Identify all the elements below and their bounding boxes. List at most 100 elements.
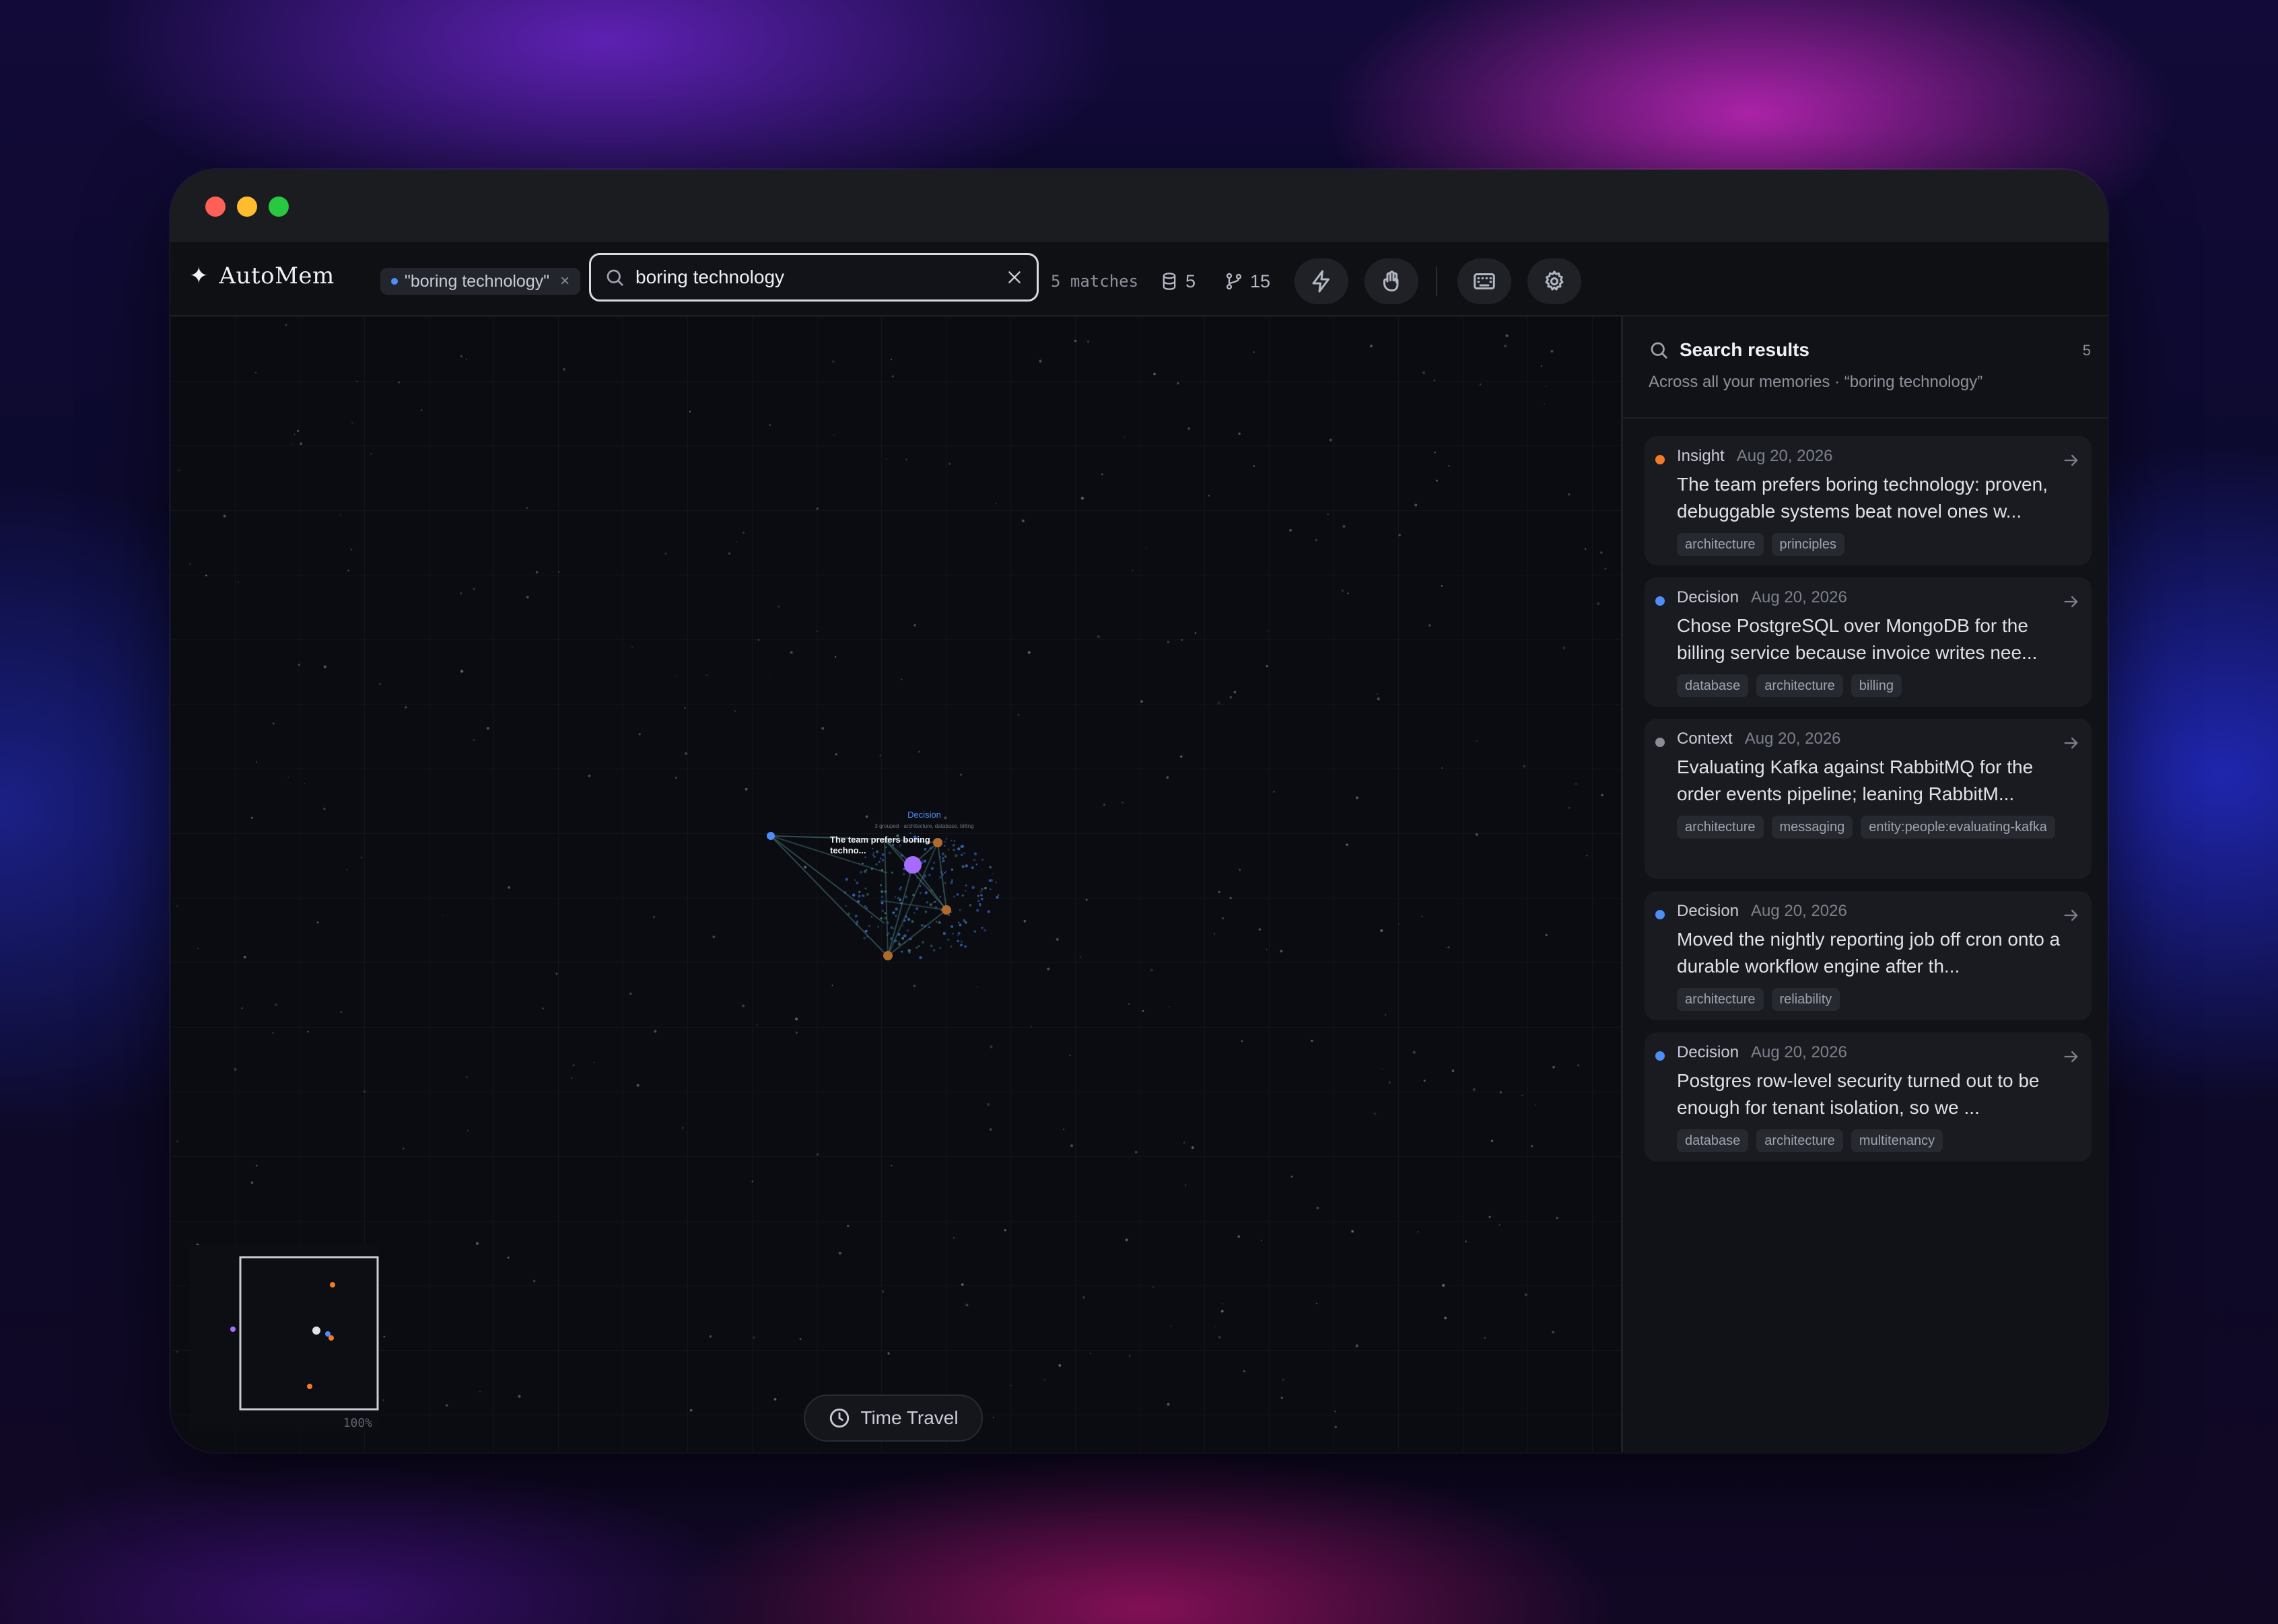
- minimap[interactable]: 100%: [191, 1245, 379, 1431]
- background-dot: [475, 1242, 479, 1245]
- background-dot: [1017, 713, 1020, 716]
- minimize-window-button[interactable]: [237, 197, 257, 217]
- tag[interactable]: architecture: [1756, 674, 1843, 697]
- tag[interactable]: entity:people:evaluating-kafka: [1861, 816, 2055, 839]
- cluster-dot: [977, 899, 980, 903]
- brand[interactable]: ✦ AutoMem: [189, 262, 335, 289]
- background-dot: [176, 1140, 178, 1143]
- tag[interactable]: architecture: [1677, 816, 1764, 839]
- background-dot: [339, 514, 341, 516]
- cluster-dot: [953, 840, 956, 842]
- background-dot: [1552, 1066, 1555, 1069]
- cluster-dot: [881, 859, 885, 861]
- cluster-dot: [956, 893, 959, 896]
- focus-node[interactable]: [904, 856, 922, 874]
- cluster-dot: [961, 853, 963, 856]
- remove-filter-icon[interactable]: ×: [560, 272, 570, 291]
- result-card[interactable]: Decision Aug 20, 2026 Postgres row-level …: [1645, 1032, 2092, 1162]
- lightning-button[interactable]: [1295, 258, 1348, 304]
- background-dot: [833, 434, 835, 435]
- keyboard-shortcuts-button[interactable]: [1457, 258, 1511, 304]
- background-dot: [1504, 345, 1507, 348]
- background-dot: [1544, 403, 1546, 405]
- result-card[interactable]: Insight Aug 20, 2026 The team prefers bor…: [1645, 436, 2092, 565]
- cluster-dot: [981, 898, 983, 901]
- cluster-dot: [922, 941, 924, 944]
- search-box[interactable]: [589, 253, 1039, 302]
- cluster-dot: [854, 915, 858, 918]
- cluster-dot: [845, 905, 848, 907]
- background-dot: [298, 664, 300, 666]
- pan-mode-button[interactable]: [1365, 258, 1418, 304]
- result-card[interactable]: Context Aug 20, 2026 Evaluating Kafka aga…: [1645, 719, 2092, 879]
- cluster-dot: [948, 848, 950, 851]
- tag[interactable]: messaging: [1771, 816, 1853, 839]
- tag[interactable]: architecture: [1756, 1129, 1843, 1152]
- memory-graph-canvas[interactable]: Decision 3 grouped · architecture, datab…: [170, 316, 1621, 1452]
- arrow-right-icon[interactable]: [2062, 451, 2081, 470]
- cluster-dot: [924, 911, 927, 913]
- background-dot: [1085, 898, 1088, 901]
- result-text: The team prefers boring technology: prov…: [1677, 474, 2048, 522]
- result-kind: Decision: [1677, 588, 1739, 606]
- graph-node[interactable]: [883, 951, 893, 960]
- tag[interactable]: architecture: [1677, 533, 1764, 556]
- tag[interactable]: billing: [1851, 674, 1902, 697]
- cluster-dot: [875, 863, 878, 866]
- background-dot: [1545, 385, 1547, 387]
- background-dot: [237, 581, 239, 583]
- background-dot: [1194, 632, 1197, 634]
- active-filter-chip[interactable]: "boring technology" ×: [380, 268, 581, 295]
- cluster-dot: [918, 945, 920, 948]
- tag[interactable]: database: [1677, 1129, 1749, 1152]
- result-card[interactable]: Decision Aug 20, 2026 Moved the nightly r…: [1645, 891, 2092, 1020]
- background-dot: [570, 1077, 573, 1080]
- tag[interactable]: database: [1677, 674, 1749, 697]
- background-dot: [1074, 339, 1077, 343]
- tag[interactable]: multitenancy: [1851, 1129, 1943, 1152]
- memory-graph[interactable]: Decision 3 grouped · architecture, datab…: [170, 316, 1621, 1452]
- background-dot: [275, 1003, 277, 1006]
- result-card[interactable]: Decision Aug 20, 2026 Chose PostgreSQL ov…: [1645, 577, 2092, 707]
- arrow-right-icon[interactable]: [2062, 1047, 2081, 1066]
- background-dot: [304, 783, 306, 784]
- tag[interactable]: principles: [1771, 533, 1844, 556]
- result-kind: Insight: [1677, 447, 1725, 465]
- cluster-dot: [888, 851, 891, 855]
- background-dot: [1534, 1104, 1536, 1106]
- cluster-dot: [961, 845, 963, 847]
- search-input[interactable]: [634, 266, 1006, 289]
- graph-node[interactable]: [767, 832, 775, 840]
- arrow-right-icon[interactable]: [2062, 734, 2081, 752]
- background-dot: [1273, 791, 1275, 793]
- time-travel-button[interactable]: Time Travel: [804, 1394, 983, 1442]
- cluster-dot: [868, 925, 870, 927]
- cluster-dot: [862, 862, 864, 865]
- close-window-button[interactable]: [205, 197, 226, 217]
- background-dot: [816, 507, 819, 510]
- background-dot: [891, 1164, 893, 1166]
- tag[interactable]: reliability: [1771, 988, 1840, 1011]
- background-dot: [1229, 696, 1233, 699]
- maximize-window-button[interactable]: [269, 197, 289, 217]
- background-dot: [1568, 806, 1571, 809]
- cluster-dot: [939, 947, 941, 949]
- cluster-dot: [902, 925, 904, 927]
- cluster-dot: [895, 914, 897, 917]
- background-dot: [638, 733, 641, 736]
- settings-button[interactable]: [1527, 258, 1581, 304]
- toolbar-divider: [1436, 267, 1437, 296]
- clear-search-icon[interactable]: [1006, 269, 1023, 286]
- tag[interactable]: architecture: [1677, 988, 1764, 1011]
- graph-node[interactable]: [933, 838, 942, 847]
- graph-node[interactable]: [942, 905, 951, 915]
- time-travel-label: Time Travel: [860, 1407, 959, 1428]
- cluster-dot: [942, 931, 946, 935]
- arrow-right-icon[interactable]: [2062, 906, 2081, 925]
- cluster-dot: [952, 932, 954, 935]
- arrow-right-icon[interactable]: [2062, 592, 2081, 611]
- minimap-zoom-level: 100%: [343, 1416, 373, 1430]
- cluster-dot: [872, 852, 875, 854]
- background-dot: [1601, 793, 1603, 797]
- background-dot: [1056, 938, 1059, 941]
